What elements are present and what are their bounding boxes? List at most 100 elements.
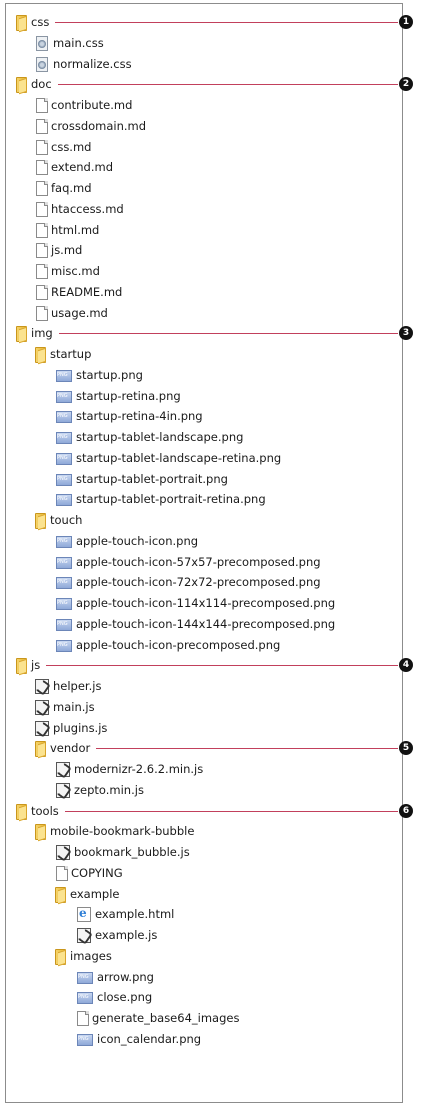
png-image-icon (56, 597, 72, 610)
tree-folder-row[interactable]: example (55, 884, 120, 904)
tree-file-row[interactable]: startup-tablet-landscape-retina.png (56, 448, 281, 468)
tree-item-label: js.md (51, 243, 83, 257)
tree-file-row[interactable]: startup-tablet-portrait-retina.png (56, 489, 266, 509)
folder-icon (35, 513, 46, 529)
javascript-file-icon (35, 679, 49, 694)
css-file-icon (35, 57, 49, 72)
tree-file-row[interactable]: apple-touch-icon-57x57-precomposed.png (56, 552, 321, 572)
tree-folder-row[interactable]: vendor (35, 738, 90, 758)
tree-item-label: usage.md (51, 306, 108, 320)
javascript-file-icon (35, 721, 49, 736)
document-icon (36, 202, 48, 217)
tree-folder-row[interactable]: startup (35, 344, 91, 364)
png-image-icon (77, 971, 93, 984)
callout-leader-line (59, 333, 398, 334)
tree-file-row[interactable]: bookmark_bubble.js (56, 842, 190, 862)
tree-file-row[interactable]: normalize.css (35, 54, 132, 74)
tree-item-label: startup-tablet-landscape-retina.png (76, 451, 282, 465)
tree-file-row[interactable]: apple-touch-icon.png (56, 531, 198, 551)
callout-number-badge: 3 (399, 326, 413, 340)
tree-folder-row[interactable]: tools (16, 801, 59, 821)
tree-file-row[interactable]: zepto.min.js (56, 780, 144, 800)
tree-item-label: html.md (51, 223, 100, 237)
tree-item-label: main.js (53, 700, 95, 714)
tree-file-row[interactable]: modernizr-2.6.2.min.js (56, 759, 203, 779)
tree-folder-row[interactable]: images (55, 946, 112, 966)
tree-file-row[interactable]: faq.md (36, 178, 92, 198)
tree-file-row[interactable]: apple-touch-icon-114x114-precomposed.png (56, 593, 335, 613)
tree-item-label: startup-retina.png (76, 389, 181, 403)
tree-item-label: contribute.md (51, 98, 133, 112)
tree-file-row[interactable]: css.md (36, 137, 91, 157)
folder-icon (55, 887, 66, 903)
tree-item-label: README.md (51, 285, 123, 299)
tree-file-row[interactable]: startup-tablet-portrait.png (56, 469, 228, 489)
tree-file-row[interactable]: startup-retina-4in.png (56, 406, 203, 426)
tree-file-row[interactable]: htaccess.md (36, 199, 124, 219)
tree-file-row[interactable]: README.md (36, 282, 122, 302)
callout-number-badge: 2 (399, 77, 413, 91)
png-image-icon (56, 431, 72, 444)
tree-file-row[interactable]: generate_base64_images (77, 1008, 239, 1028)
tree-item-label: mobile-bookmark-bubble (50, 824, 195, 838)
tree-item-label: bookmark_bubble.js (74, 845, 190, 859)
callout-leader-line (55, 22, 398, 23)
tree-file-row[interactable]: icon_calendar.png (77, 1029, 201, 1049)
tree-item-label: touch (50, 513, 83, 527)
tree-item-label: arrow.png (97, 970, 154, 984)
tree-item-label: apple-touch-icon-114x114-precomposed.png (76, 596, 336, 610)
tree-file-row[interactable]: startup-tablet-landscape.png (56, 427, 243, 447)
tree-file-row[interactable]: startup.png (56, 365, 143, 385)
tree-file-row[interactable]: arrow.png (77, 967, 154, 987)
tree-folder-row[interactable]: touch (35, 510, 82, 530)
tree-file-row[interactable]: html.md (36, 220, 99, 240)
tree-file-row[interactable]: usage.md (36, 303, 108, 323)
tree-folder-row[interactable]: doc (16, 74, 52, 94)
tree-item-label: startup-tablet-portrait-retina.png (76, 492, 266, 506)
document-icon (36, 98, 48, 113)
callout-number-badge: 5 (399, 741, 413, 755)
tree-item-label: extend.md (51, 160, 114, 174)
tree-item-label: misc.md (51, 264, 100, 278)
tree-folder-row[interactable]: img (16, 323, 53, 343)
tree-file-row[interactable]: contribute.md (36, 95, 132, 115)
tree-file-row[interactable]: close.png (77, 987, 152, 1007)
tree-item-label: close.png (97, 990, 153, 1004)
tree-folder-row[interactable]: js (16, 655, 40, 675)
tree-item-label: normalize.css (53, 57, 132, 71)
tree-file-row[interactable]: main.css (35, 33, 104, 53)
tree-file-row[interactable]: apple-touch-icon-precomposed.png (56, 635, 280, 655)
tree-file-row[interactable]: misc.md (36, 261, 100, 281)
tree-item-label: modernizr-2.6.2.min.js (74, 762, 204, 776)
tree-file-row[interactable]: startup-retina.png (56, 386, 181, 406)
folder-icon (16, 77, 27, 93)
tree-item-label: apple-touch-icon.png (76, 534, 199, 548)
folder-icon (16, 15, 27, 31)
png-image-icon (56, 473, 72, 486)
tree-folder-row[interactable]: mobile-bookmark-bubble (35, 821, 194, 841)
tree-folder-row[interactable]: css (16, 12, 49, 32)
tree-item-label: img (31, 326, 53, 340)
tree-file-row[interactable]: crossdomain.md (36, 116, 146, 136)
tree-item-label: example.html (95, 907, 175, 921)
tree-file-row[interactable]: main.js (35, 697, 95, 717)
tree-file-row[interactable]: helper.js (35, 676, 101, 696)
tree-file-row[interactable]: example.js (77, 925, 157, 945)
png-image-icon (56, 493, 72, 506)
tree-file-row[interactable]: apple-touch-icon-72x72-precomposed.png (56, 572, 321, 592)
tree-item-label: vendor (50, 741, 91, 755)
tree-file-row[interactable]: COPYING (56, 863, 123, 883)
tree-file-row[interactable]: extend.md (36, 157, 113, 177)
tree-item-label: js (31, 658, 41, 672)
tree-item-label: example (70, 887, 120, 901)
tree-item-label: startup (50, 347, 92, 361)
folder-icon (16, 658, 27, 674)
document-icon (36, 181, 48, 196)
tree-file-row[interactable]: apple-touch-icon-144x144-precomposed.png (56, 614, 335, 634)
tree-file-row[interactable]: example.html (77, 904, 174, 924)
tree-file-row[interactable]: plugins.js (35, 718, 107, 738)
tree-item-label: plugins.js (53, 721, 108, 735)
tree-file-row[interactable]: js.md (36, 240, 82, 260)
document-icon (36, 243, 48, 258)
tree-item-label: startup.png (76, 368, 143, 382)
